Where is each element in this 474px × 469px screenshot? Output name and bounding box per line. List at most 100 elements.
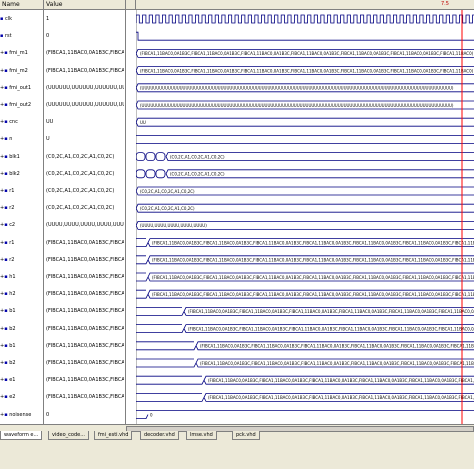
e2-bus-text: (FIBCA1,11BAC0,0A1B3C,FIBCA1,11BAC0,0A1B… <box>208 395 474 400</box>
signal-name-label: h1 <box>9 274 16 280</box>
signal-name-row[interactable]: +▪ e1 <box>0 373 43 389</box>
signal-name-row[interactable]: +▪ e2 <box>0 390 43 406</box>
signal-name-row[interactable]: +▪ b1 <box>0 339 43 355</box>
signal-name-row[interactable]: +▪ blk2 <box>0 167 43 183</box>
r1-bus-text: (C0,2C,A1,C0,2C,A1,C0,2C) <box>140 189 195 194</box>
signal-name-row[interactable]: +▪ b2 <box>0 322 43 338</box>
bus-icon: ▪ <box>4 342 8 349</box>
signal-name-row[interactable]: +▪ cnc <box>0 115 43 131</box>
signal-name-row[interactable]: +▪ n <box>0 132 43 148</box>
signal-name-row[interactable]: +▪ noisense <box>0 408 43 424</box>
bus-cycle-segment <box>136 152 146 161</box>
signal-value: (FIBCA1,11BAC0,0A1B3C,FIBCA1,11BA... <box>46 291 124 298</box>
cursor-time-label: 7.5 <box>441 1 449 7</box>
rst-waveform <box>136 31 474 41</box>
signal-name-label: r2 <box>9 205 15 212</box>
bus-icon: ▪ <box>4 274 8 280</box>
value-column-header[interactable]: Value <box>44 0 126 9</box>
signal-name-row[interactable]: +▪ r1 <box>0 236 43 252</box>
bus-cycle-segment <box>145 169 156 179</box>
fmi-m2-bus-text: (FIBCA1,11BAC0,0A1B3C,FIBCA1,11BAC0,0A1B… <box>140 68 474 73</box>
signal-name-row[interactable]: ▪ clk <box>0 12 43 28</box>
bus-cycle-segment <box>136 169 146 179</box>
signal-name-row[interactable]: +▪ fmi_m1 <box>0 46 43 62</box>
signal-value: (C0,2C,A1,C0,2C,A1,C0,2C) <box>46 188 115 194</box>
signal-name-row[interactable]: +▪ blk1 <box>0 150 43 166</box>
bus-icon: ▪ <box>4 136 8 143</box>
editor-tab[interactable]: pck.vhd <box>232 431 260 440</box>
noisense-waveform <box>136 410 474 419</box>
cnc-bus-shape <box>136 117 474 127</box>
signal-value: (FIBCA1,11BAC0,0A1B3C,FIBCA1,11BA... <box>46 308 124 315</box>
bus-pre-segment <box>136 324 185 333</box>
signal-name-label: fmi_out1 <box>9 84 32 91</box>
signal-name-label: e1 <box>9 377 16 384</box>
blk-bus-text: (C0,2C,A1,C0,2C,A1,C0,2C) <box>170 154 225 159</box>
signal-value: (C0,2C,A1,C0,2C,A1,C0,2C) <box>46 170 115 177</box>
signal-name-row[interactable]: +▪ b1 <box>0 304 43 320</box>
editor-tab[interactable]: fmi_esti.vhd <box>94 431 133 440</box>
b2b-bus-text: (FIBCA1,11BAC0,0A1B3C,FIBCA1,11BAC0,0A1B… <box>200 361 474 366</box>
signal-name-label: b2 <box>9 325 16 332</box>
bus-icon: ▪ <box>4 222 8 229</box>
editor-tab[interactable]: waveform e... <box>0 431 43 440</box>
signal-value: (FIBCA1,11BAC0,0A1B3C,FIBCA1,11BA... <box>46 274 124 280</box>
signal-name-label: b2 <box>9 360 16 366</box>
blk-bus-text: (C0,2C,A1,C0,2C,A1,C0,2C) <box>170 172 225 177</box>
signal-name-row[interactable]: +▪ r1 <box>0 184 43 200</box>
name-column-header[interactable]: Name <box>0 0 44 9</box>
waveform-area[interactable]: (FIBCA1,11BAC0,0A1B3C,FIBCA1,11BAC0,0A1B… <box>136 10 474 424</box>
r1b-bus-text: (FIBCA1,11BAC0,0A1B3C,FIBCA1,11BAC0,0A1B… <box>152 240 474 245</box>
b2-bus-text: (FIBCA1,11BAC0,0A1B3C,FIBCA1,11BAC0,0A1B… <box>188 326 474 331</box>
signal-name-row[interactable]: +▪ c2 <box>0 218 43 234</box>
signal-name-row[interactable]: +▪ h1 <box>0 270 43 286</box>
signal-name-row[interactable]: +▪ fmi_m2 <box>0 64 43 80</box>
bus-pre-segment <box>136 289 149 299</box>
bit-icon: ▪ <box>4 411 8 418</box>
bus-pre-segment <box>136 307 185 316</box>
signal-name-row[interactable]: +▪ fmi_out1 <box>0 81 43 97</box>
r2-bus-text: (C0,2C,A1,C0,2C,A1,C0,2C) <box>140 206 195 211</box>
fmi-out1-bus-text: (UUUUUUUUUUUUUUUUUUUUUUUUUUUUUUUUUUUUUUU… <box>140 86 454 91</box>
bus-icon: ▪ <box>4 239 8 246</box>
signal-name-label: r1 <box>9 188 15 194</box>
bus-icon: ▪ <box>4 325 8 332</box>
signal-name-row[interactable]: ▪ rst <box>0 29 43 45</box>
bus-icon: ▪ <box>4 308 8 315</box>
editor-tab[interactable]: lmse.vhd <box>186 431 217 440</box>
signal-value: 0 <box>46 33 50 40</box>
bus-pre-segment <box>136 341 197 351</box>
signal-value: (FIBCA1,11BAC0,0A1B3C,FIBCA1,11BA... <box>46 256 124 263</box>
cnc-bus-text: UU <box>140 120 146 125</box>
noisense-text: 0 <box>150 413 153 418</box>
editor-tab[interactable]: decoder.vhd <box>140 431 179 440</box>
signal-value: (FIBCA1,11BAC0,0A1B3C,FIBCA1,11BA... <box>46 360 124 366</box>
signal-value: 0 <box>46 411 50 418</box>
bus-icon: ▪ <box>4 377 8 384</box>
signal-value: (UUUU,UUUU,UUUU,UUUU,UUUU) <box>46 222 124 229</box>
signal-name-row[interactable]: +▪ r2 <box>0 201 43 217</box>
h1-bus-text: (FIBCA1,11BAC0,0A1B3C,FIBCA1,11BAC0,0A1B… <box>152 275 474 280</box>
signal-value: (UUUUUU,UUUUUU,UUUUUU,UUUUUU... <box>46 102 124 108</box>
bit-icon: ▪ <box>0 16 4 22</box>
signal-name-row[interactable]: +▪ fmi_out2 <box>0 98 43 114</box>
signal-name-row[interactable]: +▪ r2 <box>0 253 43 269</box>
signal-name-label: rst <box>4 33 12 40</box>
signal-value: U <box>46 136 50 143</box>
b1-bus-text: (FIBCA1,11BAC0,0A1B3C,FIBCA1,11BAC0,0A1B… <box>188 309 474 314</box>
e1-bus-text: (FIBCA1,11BAC0,0A1B3C,FIBCA1,11BAC0,0A1B… <box>208 378 474 383</box>
column-header-bar: Name Value <box>0 0 474 10</box>
bus-icon: ▪ <box>4 102 8 108</box>
signal-value: (FIBCA1,11BAC0,0A1B3C,FIBCA1,11BA... <box>46 239 124 246</box>
fmi-m1-bus-text: (FIBCA1,11BAC0,0A1B3C,FIBCA1,11BAC0,0A1B… <box>140 51 474 56</box>
bus-pre-segment <box>136 358 197 368</box>
editor-tab[interactable]: video_code... <box>48 431 89 440</box>
signal-name-label: n <box>9 136 13 143</box>
signal-value: (FIBCA1,11BAC0,0A1B3C,FIBCA1,11BA... <box>46 50 124 57</box>
signal-name-row[interactable]: +▪ b2 <box>0 356 43 372</box>
signal-name-row[interactable]: +▪ h2 <box>0 287 43 303</box>
c2-bus-text: (UUUU,UUUU,UUUU,UUUU,UUUU) <box>140 223 207 228</box>
bus-icon: ▪ <box>4 360 8 366</box>
signal-name-label: blk1 <box>9 153 20 160</box>
bus-icon: ▪ <box>4 84 8 91</box>
